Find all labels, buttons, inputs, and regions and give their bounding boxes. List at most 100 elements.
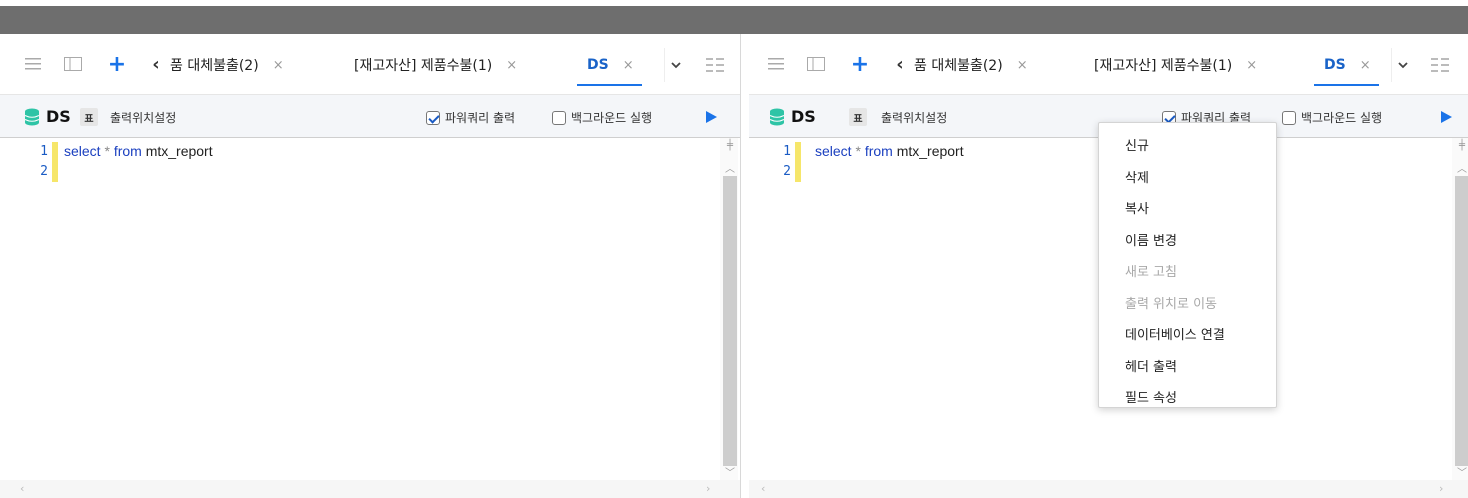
output-position-button[interactable]: 출력위치설정	[881, 109, 947, 126]
vertical-scrollbar[interactable]: ╪ ︿ ﹀	[1452, 138, 1468, 480]
menu-item-copy[interactable]: 복사	[1099, 192, 1276, 224]
checkbox-label: 백그라운드 실행	[571, 111, 653, 125]
play-icon	[1441, 111, 1452, 123]
chevron-left-icon[interactable]: ‹	[145, 53, 167, 75]
scroll-up-icon[interactable]: ︿	[1455, 160, 1468, 175]
line-number: 2	[783, 164, 791, 179]
identifier: mtx_report	[141, 143, 213, 159]
context-menu: 신규 삭제 복사 이름 변경 새로 고침 출력 위치로 이동 데이터베이스 연결…	[1098, 122, 1277, 408]
line-number: 2	[40, 164, 48, 179]
close-icon[interactable]: ×	[1017, 58, 1028, 73]
tab-label: DS	[1324, 57, 1346, 73]
close-icon[interactable]: ×	[273, 58, 284, 73]
close-icon[interactable]: ×	[623, 58, 634, 73]
horizontal-scrollbar[interactable]: ‹ ›	[0, 480, 740, 498]
checkbox-unchecked[interactable]	[1282, 110, 1296, 125]
tab-label: [재고자산] 제품수불(1)	[1094, 58, 1233, 74]
operator: *	[100, 143, 114, 159]
tab-label: [재고자산] 제품수불(1)	[354, 58, 493, 74]
line-gutter: 1 2	[749, 138, 805, 498]
scroll-left-icon[interactable]: ‹	[761, 482, 765, 495]
panel-divider	[741, 34, 749, 498]
tab-label: 품 대체불출(2)	[170, 58, 259, 74]
checkbox-label: 파워쿼리 출력	[445, 111, 516, 125]
table-icon[interactable]: 표	[80, 108, 98, 126]
chevron-left-icon[interactable]: ‹	[889, 53, 911, 75]
scroll-thumb[interactable]	[1455, 176, 1468, 466]
sidebar-panel-icon[interactable]	[62, 53, 84, 75]
chevron-down-icon[interactable]	[664, 48, 686, 82]
keyword: from	[113, 143, 142, 159]
title-strip	[0, 6, 1468, 34]
datasource-title: DS	[46, 107, 71, 126]
split-handle-icon[interactable]: ╪	[1455, 140, 1468, 151]
identifier: mtx_report	[892, 143, 964, 159]
plus-icon[interactable]: +	[106, 52, 128, 77]
sidebar-panel-icon[interactable]	[805, 53, 827, 75]
hamburger-icon[interactable]	[22, 53, 44, 75]
datasource-title: DS	[791, 107, 816, 126]
tab-item[interactable]: [재고자산] 제품수불(1) ×	[354, 48, 517, 82]
scroll-down-icon[interactable]: ﹀	[1455, 464, 1468, 479]
tab-bar: + ‹ 품 대체불출(2) × [재고자산] 제품수불(1) × DS ×	[749, 34, 1468, 94]
output-position-button[interactable]: 출력위치설정	[110, 109, 176, 126]
tab-item[interactable]: 품 대체불출(2) ×	[914, 48, 1028, 82]
scroll-up-icon[interactable]: ︿	[723, 160, 737, 175]
close-icon[interactable]: ×	[506, 58, 517, 73]
menu-item-db-connect[interactable]: 데이터베이스 연결	[1099, 318, 1276, 350]
layout-grid-icon[interactable]	[700, 48, 730, 82]
menu-item-rename[interactable]: 이름 변경	[1099, 224, 1276, 256]
menu-item-refresh: 새로 고침	[1125, 265, 1177, 281]
keyword: select	[64, 143, 101, 159]
modified-marker	[795, 142, 801, 182]
run-button[interactable]	[698, 104, 724, 130]
scroll-down-icon[interactable]: ﹀	[723, 464, 737, 479]
code-line[interactable]: select * from mtx_report	[815, 143, 964, 159]
scroll-thumb[interactable]	[723, 176, 737, 466]
chevron-down-icon[interactable]	[1391, 48, 1413, 82]
scroll-left-icon[interactable]: ‹	[20, 482, 24, 495]
query-toolbar: DS 표 출력위치설정 파워쿼리 출력 백그라운드 실행	[0, 94, 740, 138]
tab-label: 품 대체불출(2)	[914, 58, 1003, 74]
tab-item[interactable]: [재고자산] 제품수불(1) ×	[1094, 48, 1257, 82]
tab-item[interactable]: 품 대체불출(2) ×	[170, 48, 284, 82]
top-band: ˆ	[0, 0, 1468, 34]
menu-item-delete[interactable]: 삭제	[1099, 161, 1276, 193]
menu-item-new[interactable]: 신규	[1099, 129, 1276, 161]
operator: *	[851, 143, 865, 159]
close-icon[interactable]: ×	[1360, 58, 1371, 73]
line-gutter: 1 2	[0, 138, 56, 498]
background-run-checkbox[interactable]: 백그라운드 실행	[552, 109, 652, 126]
play-icon	[706, 111, 717, 123]
line-number: 1	[783, 144, 791, 159]
keyword: from	[864, 143, 893, 159]
powerquery-checkbox[interactable]: 파워쿼리 출력	[426, 109, 515, 126]
code-line[interactable]: select * from mtx_report	[64, 143, 213, 159]
split-handle-icon[interactable]: ╪	[723, 140, 737, 151]
checkbox-checked[interactable]	[426, 110, 440, 125]
close-icon[interactable]: ×	[1246, 58, 1257, 73]
scroll-right-icon[interactable]: ›	[1439, 482, 1443, 495]
checkbox-unchecked[interactable]	[552, 110, 566, 125]
keyword: select	[815, 143, 852, 159]
menu-item-go-to-output: 출력 위치로 이동	[1125, 296, 1217, 312]
layout-grid-icon[interactable]	[1425, 48, 1455, 82]
left-panel: + ‹ 품 대체불출(2) × [재고자산] 제품수불(1) × DS × DS…	[0, 34, 741, 498]
database-icon	[24, 108, 40, 126]
plus-icon[interactable]: +	[849, 52, 871, 77]
background-run-checkbox[interactable]: 백그라운드 실행	[1282, 109, 1382, 126]
vertical-scrollbar[interactable]: ╪ ︿ ﹀	[720, 138, 738, 480]
tab-bar: + ‹ 품 대체불출(2) × [재고자산] 제품수불(1) × DS ×	[0, 34, 740, 94]
hamburger-icon[interactable]	[765, 53, 787, 75]
menu-item-header-output[interactable]: 헤더 출력	[1099, 350, 1276, 382]
menu-item-field-properties[interactable]: 필드 속성	[1099, 381, 1276, 413]
scroll-right-icon[interactable]: ›	[706, 482, 710, 495]
horizontal-scrollbar[interactable]: ‹ ›	[749, 480, 1468, 498]
checkbox-label: 백그라운드 실행	[1301, 111, 1383, 125]
tab-item-active[interactable]: DS ×	[1314, 48, 1379, 86]
tab-item-active[interactable]: DS ×	[577, 48, 642, 86]
tab-label: DS	[587, 57, 609, 73]
table-icon[interactable]: 표	[849, 108, 867, 126]
sql-editor[interactable]: 1 2 select * from mtx_report ╪ ︿ ﹀ ‹ ›	[0, 138, 740, 498]
run-button[interactable]	[1433, 104, 1459, 130]
